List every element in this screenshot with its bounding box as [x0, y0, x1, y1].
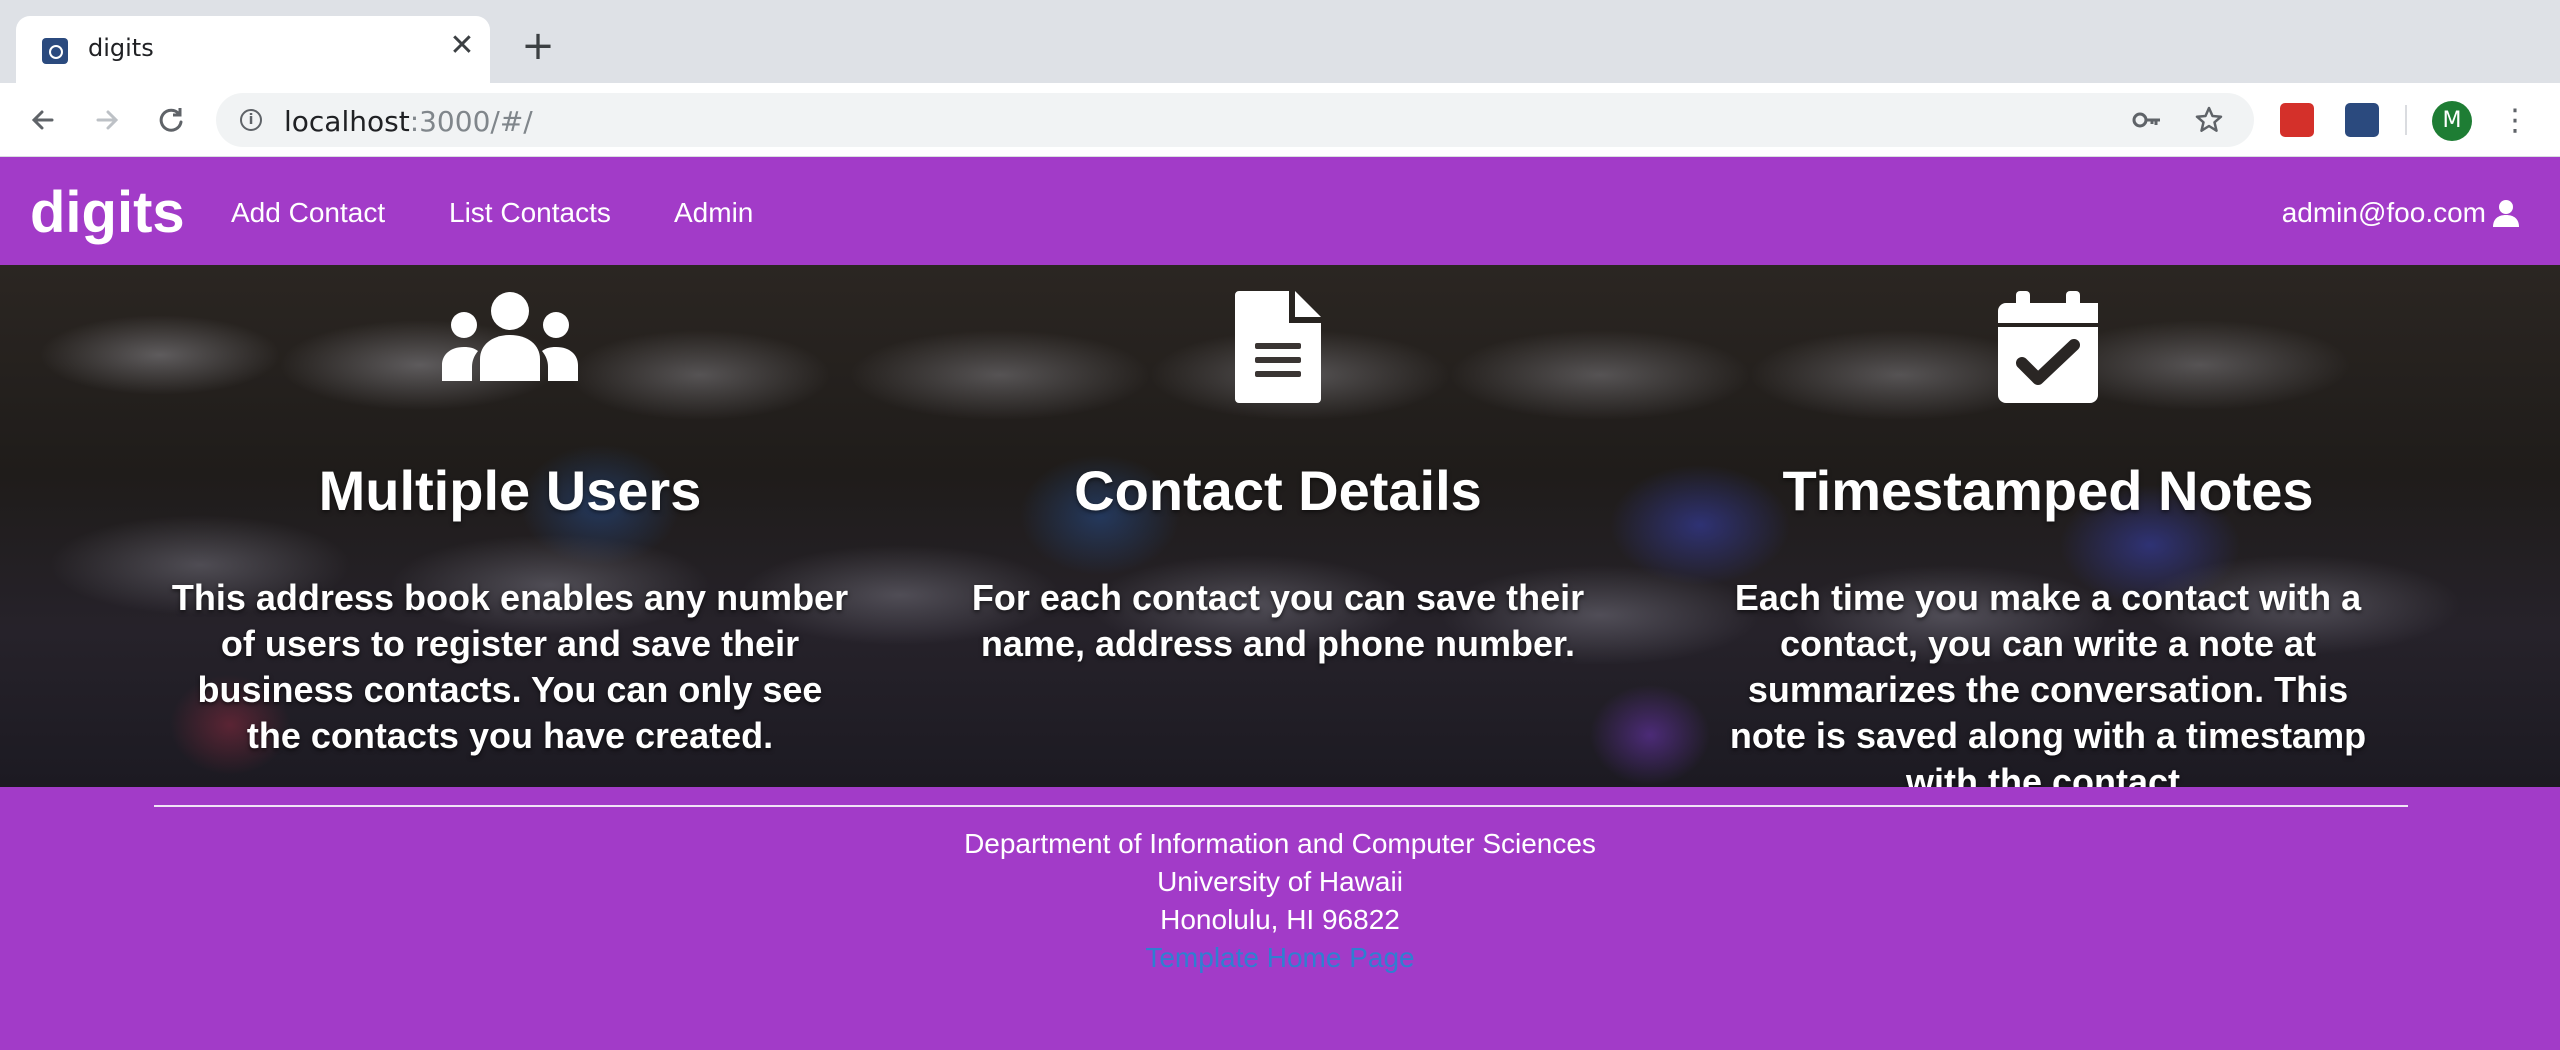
site-info-icon[interactable]: i — [240, 109, 262, 131]
feature-text: This address book enables any number of … — [171, 577, 849, 756]
back-arrow-icon — [31, 110, 54, 130]
address-bar[interactable]: i localhost:3000/#/ — [216, 93, 2254, 147]
close-tab-icon[interactable]: ✕ — [446, 30, 478, 62]
feature-title: Timestamped Notes — [1782, 459, 2314, 522]
feature-text: Each time you make a contact with a cont… — [1729, 577, 2367, 787]
extension-icon-2[interactable] — [2345, 103, 2379, 137]
tab-title: digits — [88, 34, 154, 62]
bookmark-star-icon[interactable] — [2194, 105, 2224, 135]
file-icon — [1235, 291, 1321, 403]
user-email: admin@foo.com — [2281, 197, 2486, 228]
browser-menu-icon[interactable]: ⋮ — [2500, 101, 2530, 141]
nav-add-contact[interactable]: Add Contact — [231, 197, 385, 229]
footer-divider — [154, 805, 2408, 807]
profile-avatar[interactable]: M — [2432, 101, 2472, 141]
browser-tabstrip: digits ✕ + — [0, 0, 2560, 83]
calendar-check-icon — [1998, 291, 2098, 403]
nav-admin[interactable]: Admin — [674, 197, 753, 229]
feature-title: Contact Details — [1074, 459, 1482, 522]
forward-button[interactable] — [86, 99, 128, 141]
browser-tab[interactable]: digits ✕ — [16, 16, 490, 83]
page-footer: Department of Information and Computer S… — [0, 787, 2560, 1050]
url-text: localhost:3000/#/ — [284, 105, 533, 138]
browser-toolbar: i localhost:3000/#/ M ⋮ — [0, 83, 2560, 157]
back-button[interactable] — [22, 99, 64, 141]
new-tab-button[interactable]: + — [518, 26, 558, 68]
favicon-icon — [42, 38, 68, 64]
user-menu[interactable]: admin@foo.com — [2282, 197, 2520, 229]
feature-title: Multiple Users — [318, 459, 702, 522]
brand-logo[interactable]: digits — [30, 179, 185, 246]
extension-icon-1[interactable] — [2280, 103, 2314, 137]
feature-text: For each contact you can save their name… — [971, 577, 1585, 664]
reload-icon — [159, 108, 183, 132]
key-icon[interactable] — [2132, 107, 2162, 133]
nav-list-contacts[interactable]: List Contacts — [449, 197, 611, 229]
toolbar-divider — [2405, 105, 2407, 135]
users-icon — [442, 292, 578, 381]
forward-arrow-icon — [96, 110, 119, 130]
template-home-link[interactable]: Template Home Page — [0, 939, 2560, 977]
user-icon — [2493, 200, 2519, 227]
footer-university: University of Hawaii — [1157, 866, 1403, 897]
footer-address: Honolulu, HI 96822 — [1160, 904, 1400, 935]
app-navbar: digits Add Contact List Contacts Admin a… — [0, 157, 2560, 265]
hero-section: Multiple Users This address book enables… — [0, 265, 2560, 787]
footer-department: Department of Information and Computer S… — [964, 828, 1596, 859]
reload-button[interactable] — [150, 99, 192, 141]
